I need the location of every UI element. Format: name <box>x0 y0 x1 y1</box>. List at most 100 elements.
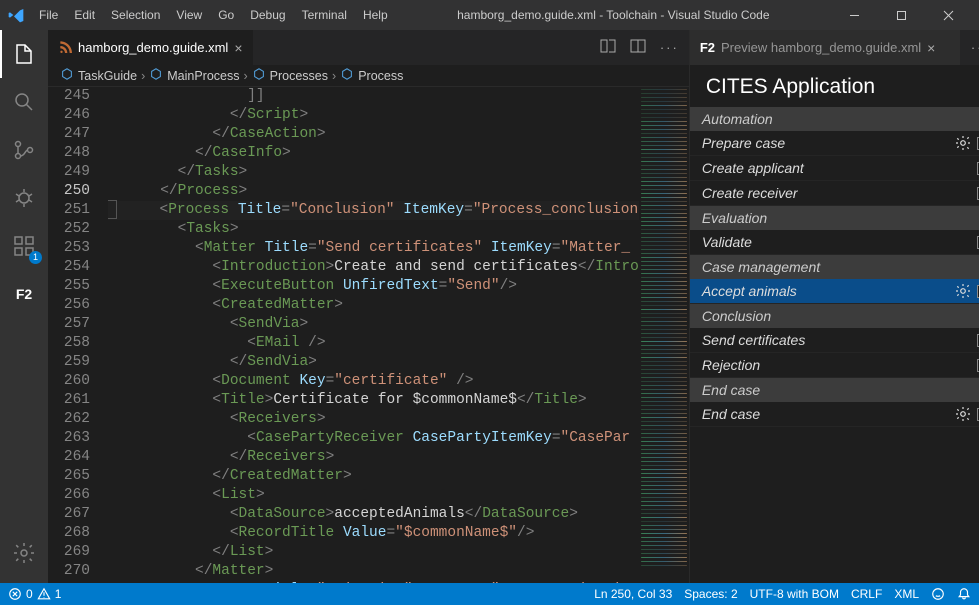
line-number: 258 <box>48 334 90 353</box>
menu-view[interactable]: View <box>169 4 209 26</box>
menu-file[interactable]: File <box>32 4 65 26</box>
code-line[interactable]: <Title>Certificate for $commonName$</Tit… <box>108 391 639 410</box>
preview-row[interactable]: Create receiver <box>690 181 979 206</box>
status-eol[interactable]: CRLF <box>851 587 882 601</box>
activity-bar: 1 F2 <box>0 30 48 583</box>
f2-tool-icon[interactable]: F2 <box>0 270 48 318</box>
breadcrumb-item[interactable]: MainProcess <box>167 69 239 83</box>
code-line[interactable]: <DataSource>acceptedAnimals</DataSource> <box>108 505 639 524</box>
menu-debug[interactable]: Debug <box>243 4 292 26</box>
status-spaces[interactable]: Spaces: 2 <box>684 587 737 601</box>
minimize-button[interactable] <box>832 0 877 30</box>
explorer-icon[interactable] <box>0 30 48 78</box>
code-line[interactable]: </Receivers> <box>108 448 639 467</box>
breadcrumb-item[interactable]: Processes <box>270 69 328 83</box>
code-line[interactable]: <Tasks> <box>108 220 639 239</box>
preview-section-header: Automation <box>690 107 979 131</box>
debug-icon[interactable] <box>0 174 48 222</box>
breadcrumb-item[interactable]: Process <box>358 69 403 83</box>
status-language[interactable]: XML <box>894 587 919 601</box>
code-lines[interactable]: ]] </Script> </CaseAction> </CaseInfo> <… <box>108 87 639 583</box>
close-icon[interactable]: × <box>234 40 242 56</box>
line-number: 265 <box>48 467 90 486</box>
code-line[interactable]: <ExecuteButton UnfiredText="Send"/> <box>108 277 639 296</box>
window-controls <box>832 0 971 30</box>
code-line[interactable]: <Matter Title="Rejection" ItemKey="Matte… <box>108 581 639 583</box>
preview-row[interactable]: End case <box>690 402 979 427</box>
line-number: 266 <box>48 486 90 505</box>
feedback-icon[interactable] <box>931 587 945 601</box>
code-line[interactable]: <EMail /> <box>108 334 639 353</box>
minimap[interactable] <box>639 87 689 583</box>
error-icon <box>8 587 22 601</box>
code-line[interactable]: <RecordTitle Value="$commonName$"/> <box>108 524 639 543</box>
menu-go[interactable]: Go <box>211 4 241 26</box>
code-line[interactable]: </Matter> <box>108 562 639 581</box>
code-line[interactable]: <List> <box>108 486 639 505</box>
code-line[interactable]: <SendVia> <box>108 315 639 334</box>
settings-icon[interactable] <box>0 529 48 577</box>
compare-changes-icon[interactable] <box>600 38 616 57</box>
line-number: 261 <box>48 391 90 410</box>
gear-icon[interactable] <box>955 283 971 299</box>
more-actions-icon[interactable]: ··· <box>660 40 679 55</box>
preview-row[interactable]: Accept animals <box>690 279 979 304</box>
preview-row[interactable]: Send certificates <box>690 328 979 353</box>
code-editor[interactable]: 2452462472482492502512522532542552562572… <box>48 87 689 583</box>
code-line[interactable]: <Introduction>Create and send certificat… <box>108 258 639 277</box>
code-line[interactable]: <Process Title="Conclusion" ItemKey="Pro… <box>108 201 639 220</box>
line-number-gutter: 2452462472482492502512522532542552562572… <box>48 87 108 583</box>
code-line[interactable]: </List> <box>108 543 639 562</box>
breadcrumb-icon <box>252 67 266 84</box>
editor-tab-active[interactable]: hamborg_demo.guide.xml × <box>48 30 254 65</box>
code-line[interactable]: <Document Key="certificate" /> <box>108 372 639 391</box>
chevron-icon: › <box>332 69 336 83</box>
editor-column: hamborg_demo.guide.xml × ··· TaskGuide › M… <box>48 30 690 583</box>
extensions-icon[interactable]: 1 <box>0 222 48 270</box>
code-line[interactable]: </CaseAction> <box>108 125 639 144</box>
code-line[interactable]: <CreatedMatter> <box>108 296 639 315</box>
code-line[interactable]: </CaseInfo> <box>108 144 639 163</box>
code-line[interactable]: ]] <box>108 87 639 106</box>
close-icon[interactable]: × <box>927 40 935 56</box>
preview-row[interactable]: Validate <box>690 230 979 255</box>
menu-help[interactable]: Help <box>356 4 395 26</box>
line-number: 269 <box>48 543 90 562</box>
line-number: 271 <box>48 581 90 583</box>
status-cursor[interactable]: Ln 250, Col 33 <box>594 587 672 601</box>
more-actions-icon[interactable]: ··· <box>971 40 979 55</box>
titlebar: FileEditSelectionViewGoDebugTerminalHelp… <box>0 0 979 30</box>
code-line[interactable]: <CasePartyReceiver CasePartyItemKey="Cas… <box>108 429 639 448</box>
source-control-icon[interactable] <box>0 126 48 174</box>
code-line[interactable]: </CreatedMatter> <box>108 467 639 486</box>
gear-icon[interactable] <box>955 135 971 151</box>
menu-edit[interactable]: Edit <box>67 4 102 26</box>
maximize-button[interactable] <box>879 0 924 30</box>
status-encoding[interactable]: UTF-8 with BOM <box>750 587 839 601</box>
line-number: 259 <box>48 353 90 372</box>
code-line[interactable]: </SendVia> <box>108 353 639 372</box>
gear-icon[interactable] <box>955 406 971 422</box>
code-line[interactable]: <Matter Title="Send certificates" ItemKe… <box>108 239 639 258</box>
preview-row-label: Prepare case <box>702 135 949 151</box>
breadcrumbs[interactable]: TaskGuide›MainProcess›Processes›Process <box>48 65 689 87</box>
breadcrumb-icon <box>340 67 354 84</box>
tab-prefix: F2 <box>700 40 715 55</box>
menu-terminal[interactable]: Terminal <box>295 4 354 26</box>
code-line[interactable]: </Script> <box>108 106 639 125</box>
status-problems[interactable]: 0 1 <box>8 587 61 601</box>
menu-selection[interactable]: Selection <box>104 4 167 26</box>
close-button[interactable] <box>926 0 971 30</box>
preview-row[interactable]: Create applicant <box>690 156 979 181</box>
split-editor-icon[interactable] <box>630 38 646 57</box>
code-line[interactable]: </Process> <box>108 182 639 201</box>
preview-row-label: Accept animals <box>702 283 949 299</box>
search-icon[interactable] <box>0 78 48 126</box>
code-line[interactable]: </Tasks> <box>108 163 639 182</box>
preview-row[interactable]: Rejection <box>690 353 979 378</box>
preview-row[interactable]: Prepare case <box>690 131 979 156</box>
breadcrumb-item[interactable]: TaskGuide <box>78 69 137 83</box>
code-line[interactable]: <Receivers> <box>108 410 639 429</box>
preview-tab[interactable]: F2 Preview hamborg_demo.guide.xml × <box>690 30 961 65</box>
notifications-icon[interactable] <box>957 587 971 601</box>
